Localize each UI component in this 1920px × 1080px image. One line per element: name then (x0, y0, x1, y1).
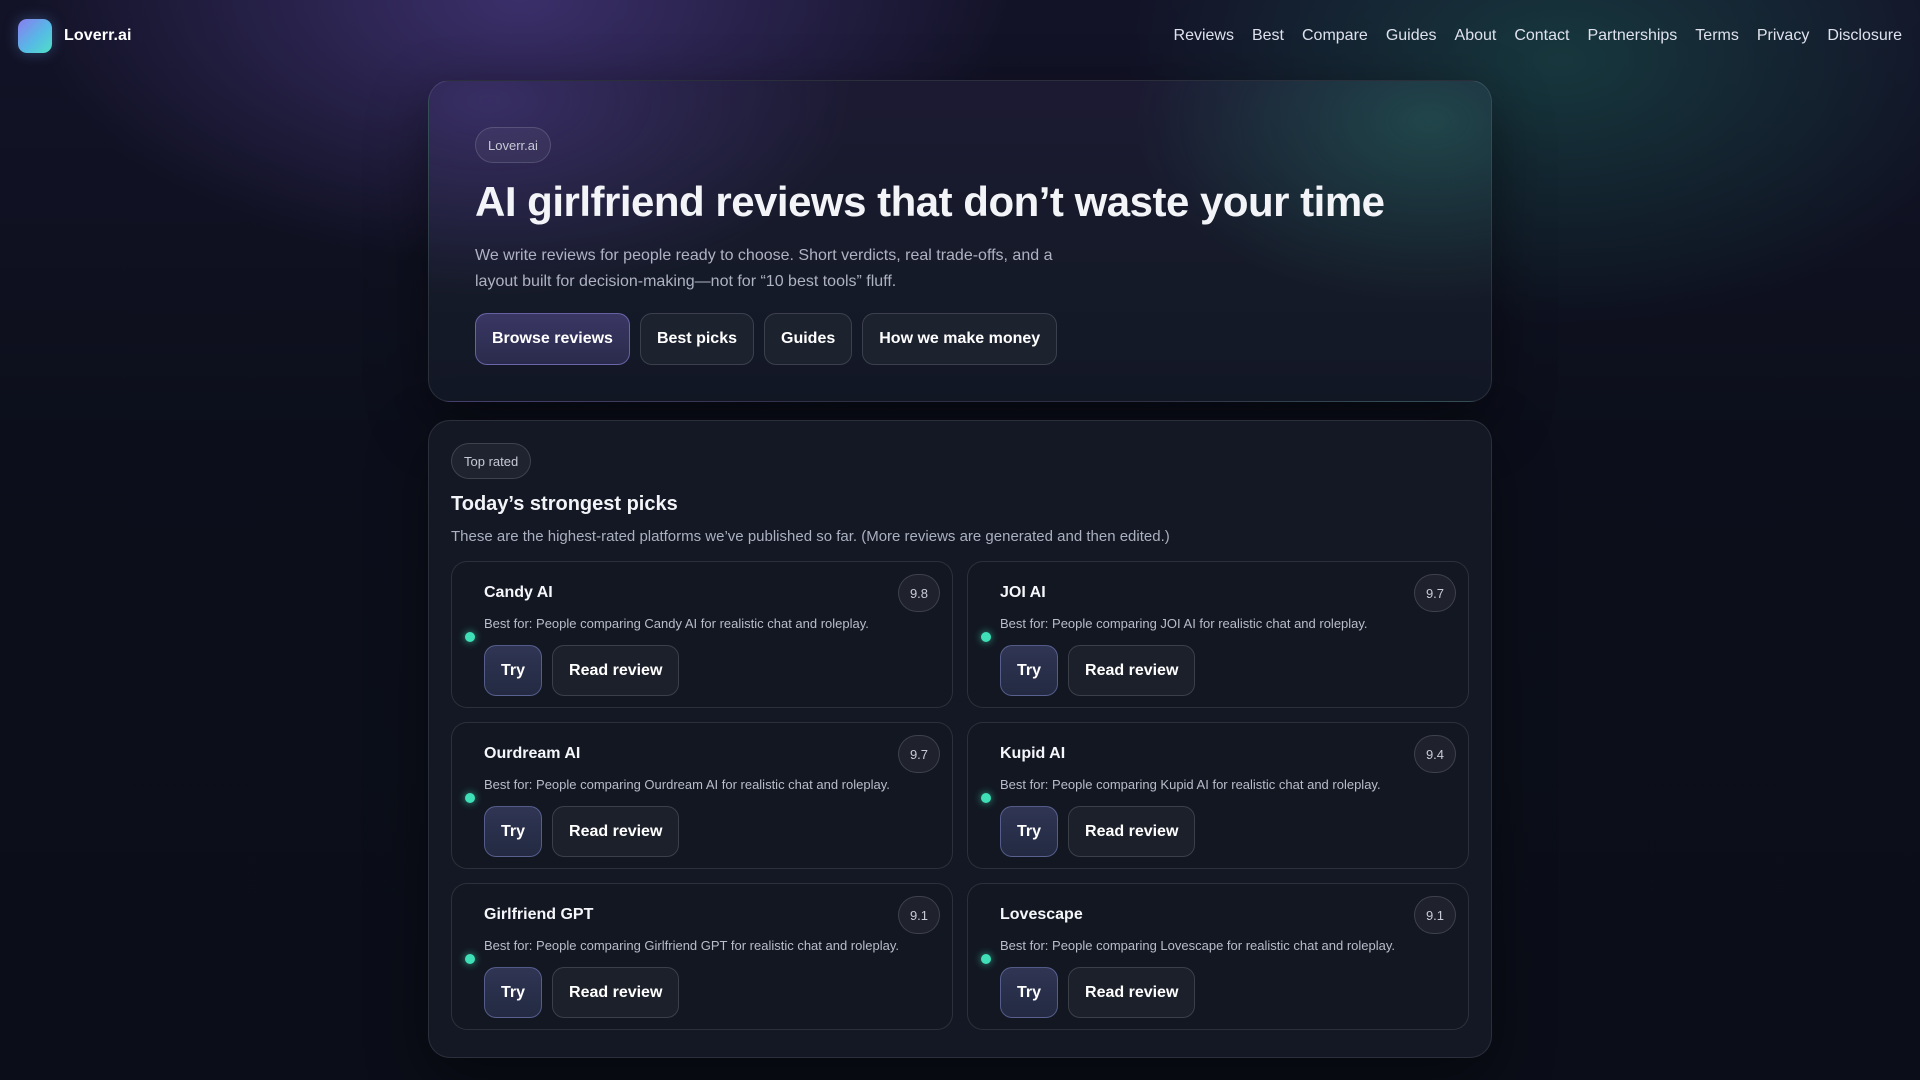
pick-name: Candy AI (484, 584, 553, 601)
try-button[interactable]: Try (484, 806, 543, 857)
read-review-button[interactable]: Read review (552, 645, 680, 696)
nav-link-disclosure[interactable]: Disclosure (1818, 0, 1902, 72)
nav-link-privacy[interactable]: Privacy (1748, 0, 1818, 72)
status-dot-icon (465, 632, 475, 642)
read-review-button[interactable]: Read review (1068, 967, 1196, 1018)
nav-link-contact[interactable]: Contact (1505, 0, 1578, 72)
status-dot-icon (981, 793, 991, 803)
hero-actions: Browse reviews Best picks Guides How we … (475, 313, 1445, 366)
main-nav: Reviews Best Compare Guides About Contac… (1165, 0, 1902, 72)
pick-actions: Try Read review (484, 645, 920, 696)
best-picks-button[interactable]: Best picks (639, 313, 754, 366)
pick-actions: Try Read review (484, 967, 920, 1018)
top-picks-panel: Top rated Today’s strongest picks These … (428, 420, 1492, 1058)
read-review-button[interactable]: Read review (1068, 806, 1196, 857)
pick-card-ourdream-ai: Ourdream AI 9.7 Best for: People compari… (451, 722, 953, 869)
pick-actions: Try Read review (484, 806, 920, 857)
pick-description: Best for: People comparing JOI AI for re… (1000, 616, 1368, 631)
pick-card-kupid-ai: Kupid AI 9.4 Best for: People comparing … (967, 722, 1469, 869)
brand-name: Loverr.ai (64, 27, 132, 44)
hero-card: Loverr.ai AI girlfriend reviews that don… (428, 80, 1492, 402)
pick-name: Lovescape (1000, 906, 1083, 923)
top-navbar: Loverr.ai Reviews Best Compare Guides Ab… (0, 0, 1920, 72)
pick-description: Best for: People comparing Candy AI for … (484, 616, 869, 631)
pick-card-lovescape: Lovescape 9.1 Best for: People comparing… (967, 883, 1469, 1030)
pick-description: Best for: People comparing Girlfriend GP… (484, 938, 899, 953)
pick-name: Girlfriend GPT (484, 906, 594, 923)
pick-name: Kupid AI (1000, 745, 1066, 762)
pick-name: JOI AI (1000, 584, 1046, 601)
pick-card-girlfriend-gpt: Girlfriend GPT 9.1 Best for: People comp… (451, 883, 953, 1030)
pick-name: Ourdream AI (484, 745, 581, 762)
pick-card-joi-ai: JOI AI 9.7 Best for: People comparing JO… (967, 561, 1469, 708)
pick-card-candy-ai: Candy AI 9.8 Best for: People comparing … (451, 561, 953, 708)
pick-actions: Try Read review (1000, 645, 1436, 696)
nav-link-guides[interactable]: Guides (1377, 0, 1446, 72)
picks-title: Today’s strongest picks (451, 493, 678, 515)
pick-actions: Try Read review (1000, 806, 1436, 857)
nav-link-best[interactable]: Best (1243, 0, 1293, 72)
try-button[interactable]: Try (1000, 806, 1059, 857)
brand-logo-icon (18, 19, 52, 53)
score-badge: 9.8 (898, 574, 940, 612)
score-badge: 9.1 (1414, 896, 1456, 934)
status-dot-icon (465, 954, 475, 964)
score-badge: 9.7 (898, 735, 940, 773)
top-rated-badge: Top rated (451, 443, 532, 479)
read-review-button[interactable]: Read review (552, 967, 680, 1018)
try-button[interactable]: Try (1000, 645, 1059, 696)
pick-actions: Try Read review (1000, 967, 1436, 1018)
hero-title: AI girlfriend reviews that don’t waste y… (475, 178, 1385, 225)
brand[interactable]: Loverr.ai (18, 19, 132, 53)
try-button[interactable]: Try (484, 645, 543, 696)
browse-reviews-button[interactable]: Browse reviews (475, 313, 630, 366)
how-we-make-money-button[interactable]: How we make money (862, 313, 1058, 366)
status-dot-icon (465, 793, 475, 803)
status-dot-icon (981, 954, 991, 964)
score-badge: 9.1 (898, 896, 940, 934)
pick-description: Best for: People comparing Kupid AI for … (1000, 777, 1381, 792)
read-review-button[interactable]: Read review (1068, 645, 1196, 696)
read-review-button[interactable]: Read review (552, 806, 680, 857)
nav-link-partnerships[interactable]: Partnerships (1578, 0, 1686, 72)
score-badge: 9.7 (1414, 574, 1456, 612)
nav-link-about[interactable]: About (1446, 0, 1506, 72)
pick-description: Best for: People comparing Ourdream AI f… (484, 777, 890, 792)
nav-link-reviews[interactable]: Reviews (1165, 0, 1243, 72)
nav-link-terms[interactable]: Terms (1686, 0, 1748, 72)
picks-subtitle: These are the highest-rated platforms we… (451, 528, 1170, 545)
score-badge: 9.4 (1414, 735, 1456, 773)
guides-button[interactable]: Guides (764, 313, 853, 366)
try-button[interactable]: Try (1000, 967, 1059, 1018)
nav-link-compare[interactable]: Compare (1293, 0, 1377, 72)
try-button[interactable]: Try (484, 967, 543, 1018)
status-dot-icon (981, 632, 991, 642)
hero-badge: Loverr.ai (475, 127, 551, 163)
pick-description: Best for: People comparing Lovescape for… (1000, 938, 1396, 953)
picks-grid: Candy AI 9.8 Best for: People comparing … (451, 561, 1469, 1030)
hero-description: We write reviews for people ready to cho… (475, 247, 1053, 291)
